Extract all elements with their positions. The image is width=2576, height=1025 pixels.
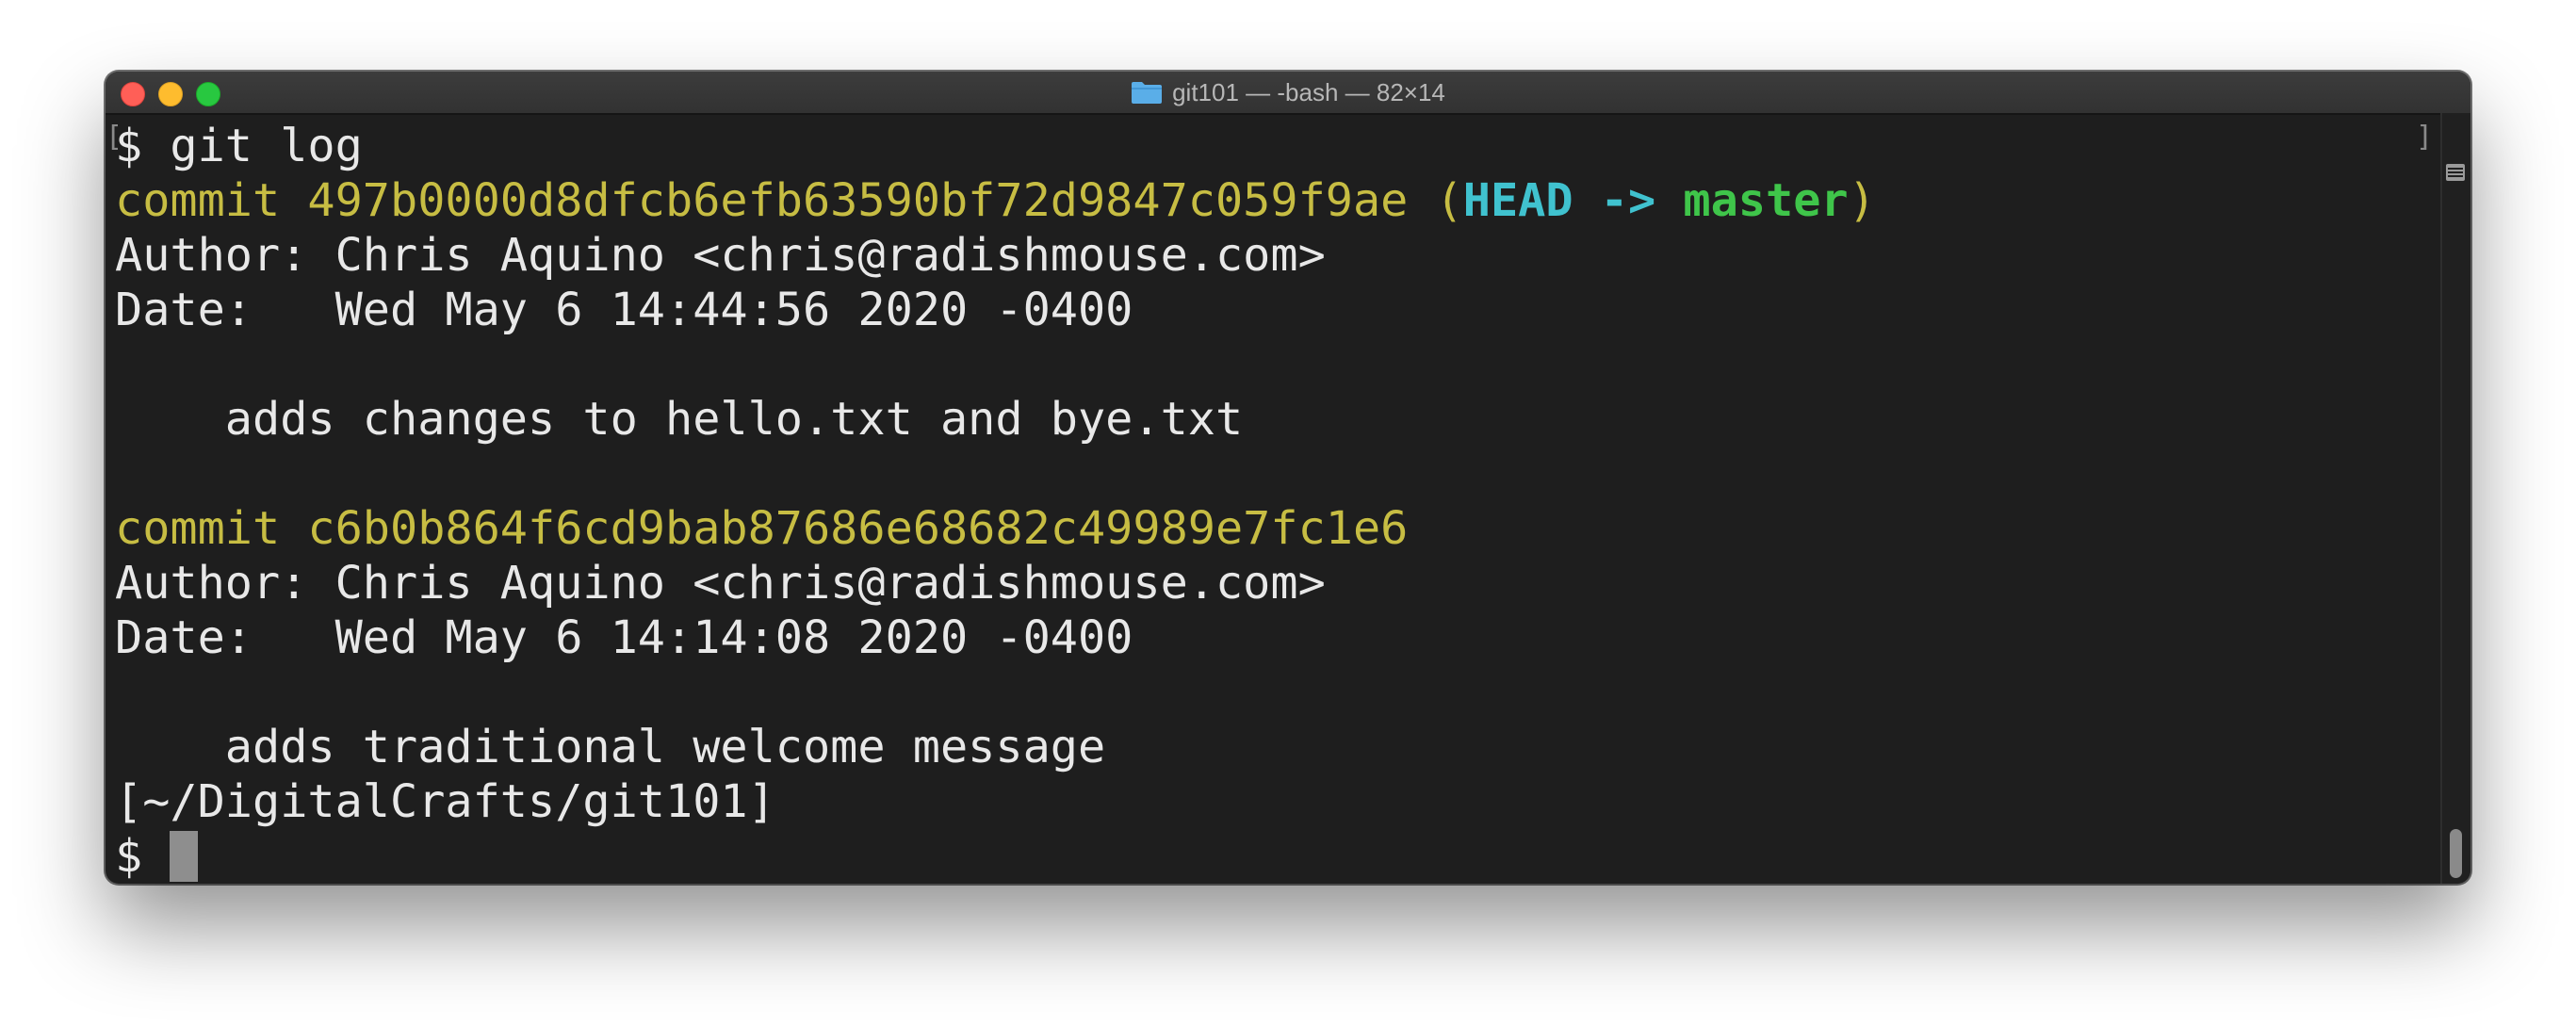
scrollbar-thumb[interactable] (2450, 829, 2462, 878)
vertical-scrollbar[interactable] (2440, 113, 2470, 884)
terminal-text: $ git log (115, 120, 363, 172)
split-pane-icon[interactable] (2446, 164, 2465, 181)
terminal-line: $ git log (115, 119, 2433, 173)
window-title: git101 — -bash — 82×14 (106, 72, 2470, 113)
terminal-text: Date: Wed May 6 14:14:08 2020 -0400 (115, 611, 1133, 664)
terminal-text: master (1683, 174, 1849, 227)
terminal-line: Author: Chris Aquino <chris@radishmouse.… (115, 556, 2433, 610)
terminal-text: [~/DigitalCrafts/git101] (115, 775, 775, 828)
terminal-text: adds traditional welcome message (115, 721, 1106, 773)
terminal-text: ) (1848, 174, 1876, 227)
terminal-line: $ (115, 829, 2433, 884)
terminal-line: [~/DigitalCrafts/git101] (115, 774, 2433, 829)
terminal-text: $ (115, 830, 171, 883)
terminal-text: Author: Chris Aquino <chris@radishmouse.… (115, 557, 1326, 610)
terminal-text: commit c6b0b864f6cd9bab87686e68682c49989… (115, 502, 1409, 555)
terminal-line: commit c6b0b864f6cd9bab87686e68682c49989… (115, 501, 2433, 556)
folder-icon (1132, 82, 1163, 104)
window-title-text: git101 — -bash — 82×14 (1172, 77, 1445, 106)
title-bar[interactable]: git101 — -bash — 82×14 (106, 72, 2470, 115)
terminal-text: ( (1435, 174, 1463, 227)
terminal-text: commit 497b0000d8dfcb6efb63590bf72d9847c… (115, 174, 1436, 227)
terminal-line: Date: Wed May 6 14:44:56 2020 -0400 (115, 283, 2433, 337)
terminal-line: adds changes to hello.txt and bye.txt (115, 392, 2433, 447)
terminal-window: git101 — -bash — 82×14 [ ] $ git log comm… (106, 72, 2470, 884)
terminal-line: Author: Chris Aquino <chris@radishmouse.… (115, 228, 2433, 283)
text-cursor (170, 831, 199, 882)
terminal-line: commit 497b0000d8dfcb6efb63590bf72d9847c… (115, 173, 2433, 228)
terminal-text: Date: Wed May 6 14:44:56 2020 -0400 (115, 284, 1133, 336)
terminal-text: HEAD -> (1462, 174, 1684, 227)
terminal-text: Author: Chris Aquino <chris@radishmouse.… (115, 229, 1326, 282)
terminal-text: adds changes to hello.txt and bye.txt (115, 393, 1244, 446)
terminal-line: adds traditional welcome message (115, 720, 2433, 774)
terminal-line: Date: Wed May 6 14:14:08 2020 -0400 (115, 610, 2433, 665)
terminal-output[interactable]: $ git log commit 497b0000d8dfcb6efb63590b… (115, 119, 2433, 884)
